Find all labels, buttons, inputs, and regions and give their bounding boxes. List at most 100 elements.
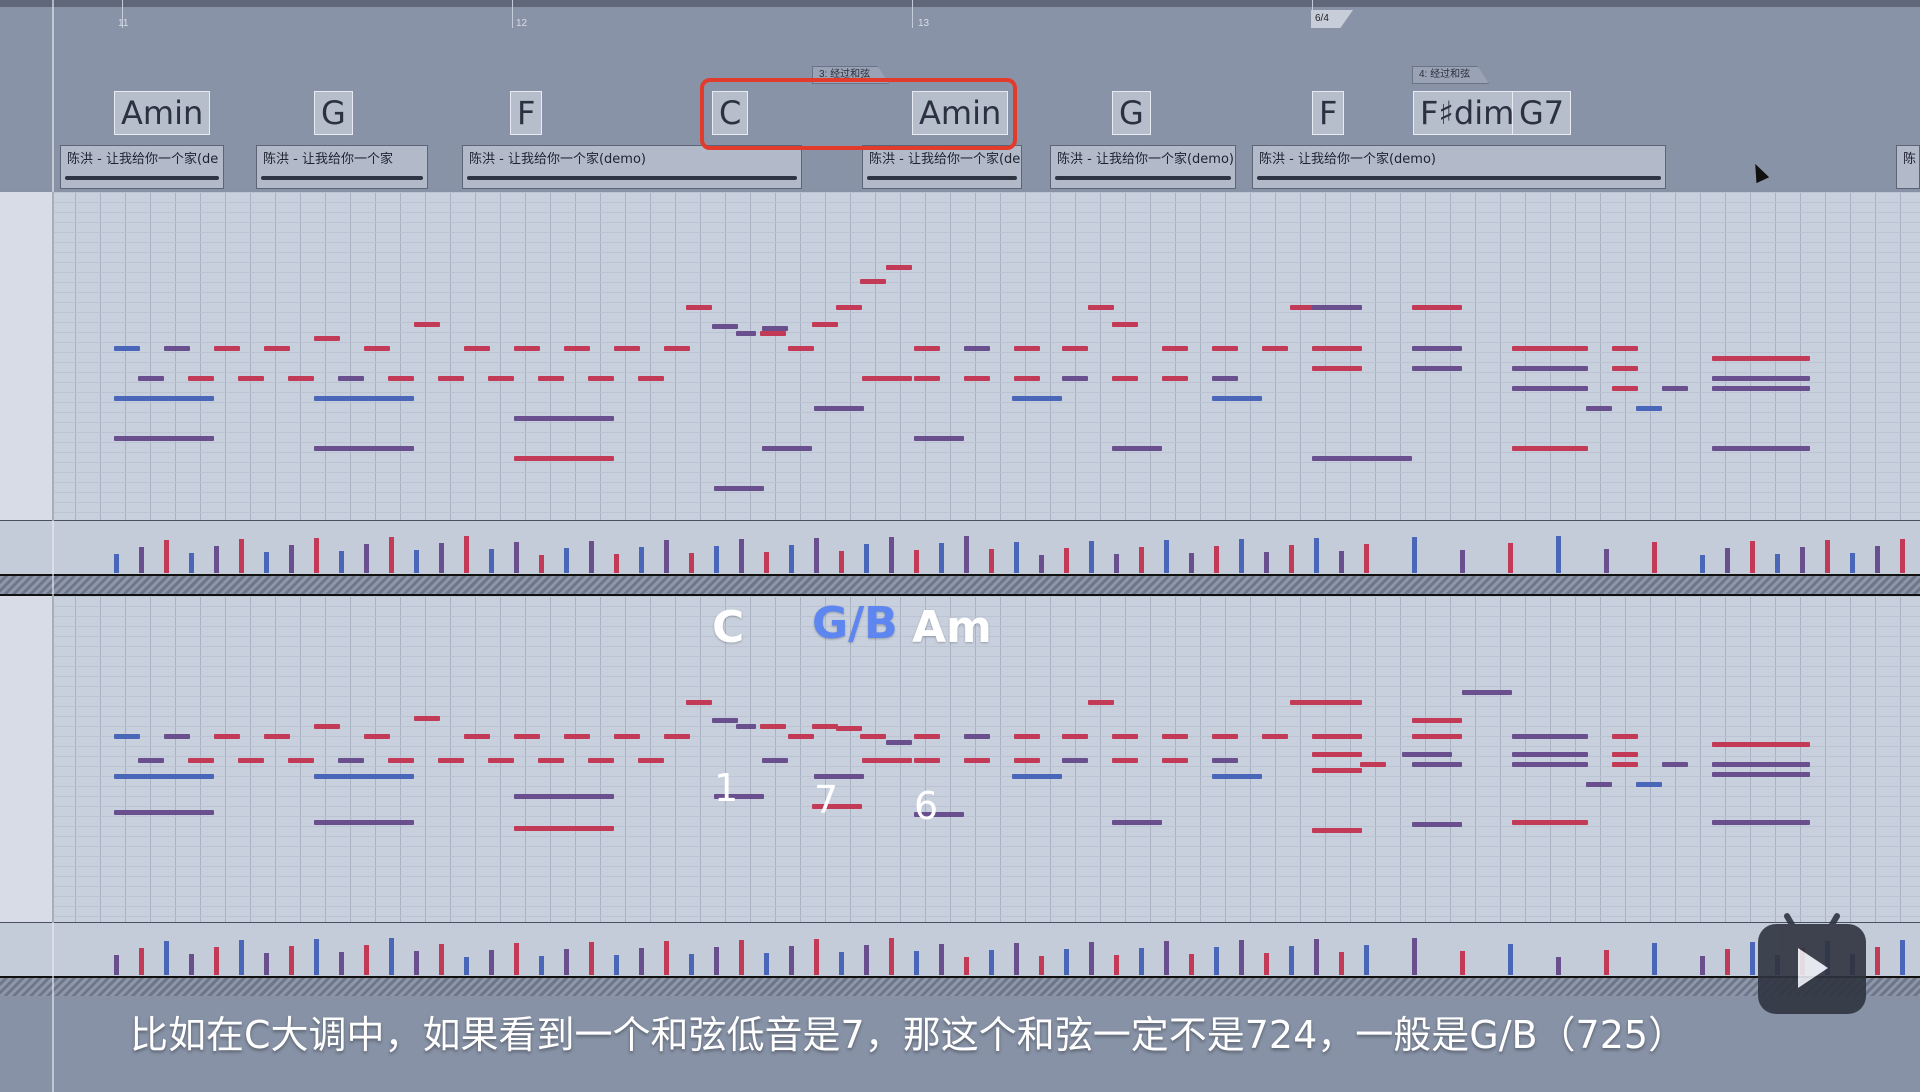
velocity-bar[interactable]: [1460, 951, 1465, 975]
velocity-bar[interactable]: [1289, 946, 1294, 975]
velocity-bar[interactable]: [1604, 950, 1609, 975]
velocity-bar[interactable]: [164, 941, 169, 975]
midi-note[interactable]: [214, 346, 240, 351]
audio-region[interactable]: 陈洪 - 让我给你一个家(de: [862, 145, 1022, 189]
midi-note[interactable]: [1212, 774, 1262, 779]
midi-note[interactable]: [488, 758, 514, 763]
velocity-bar[interactable]: [1700, 555, 1705, 573]
midi-note[interactable]: [638, 758, 664, 763]
midi-note[interactable]: [1586, 406, 1612, 411]
midi-note[interactable]: [414, 322, 440, 327]
midi-note[interactable]: [736, 724, 756, 729]
velocity-bar[interactable]: [689, 954, 694, 975]
midi-note[interactable]: [664, 346, 690, 351]
midi-note[interactable]: [712, 718, 738, 723]
velocity-bar[interactable]: [639, 547, 644, 573]
midi-note[interactable]: [564, 734, 590, 739]
audio-region[interactable]: 陈洪 - 让我给你一个家: [256, 145, 428, 189]
velocity-bar[interactable]: [1214, 947, 1219, 975]
midi-note[interactable]: [760, 724, 786, 729]
midi-note[interactable]: [1014, 758, 1040, 763]
midi-note[interactable]: [1586, 782, 1612, 787]
midi-note[interactable]: [762, 446, 812, 451]
midi-note[interactable]: [238, 758, 264, 763]
midi-note[interactable]: [514, 826, 614, 831]
midi-note[interactable]: [964, 734, 990, 739]
midi-note[interactable]: [812, 322, 838, 327]
velocity-bar[interactable]: [664, 941, 669, 975]
midi-note[interactable]: [464, 734, 490, 739]
velocity-bar[interactable]: [439, 944, 444, 975]
midi-note[interactable]: [1262, 734, 1288, 739]
velocity-bar[interactable]: [1875, 947, 1880, 975]
velocity-bar[interactable]: [614, 554, 619, 573]
velocity-lane-lower[interactable]: [0, 922, 1920, 977]
velocity-bar[interactable]: [464, 536, 469, 573]
midi-note[interactable]: [1088, 700, 1114, 705]
midi-note[interactable]: [264, 734, 290, 739]
midi-note[interactable]: [314, 446, 414, 451]
velocity-bar[interactable]: [239, 940, 244, 975]
midi-note[interactable]: [1112, 734, 1138, 739]
midi-note[interactable]: [138, 758, 164, 763]
velocity-bar[interactable]: [1314, 939, 1319, 975]
midi-note[interactable]: [1612, 386, 1638, 391]
midi-note[interactable]: [1112, 376, 1138, 381]
midi-note[interactable]: [188, 376, 214, 381]
midi-note[interactable]: [886, 740, 912, 745]
midi-note[interactable]: [1612, 762, 1638, 767]
velocity-bar[interactable]: [939, 543, 944, 573]
velocity-bar[interactable]: [1239, 940, 1244, 975]
divider-strip[interactable]: [0, 976, 1920, 998]
midi-note[interactable]: [1212, 346, 1238, 351]
midi-note[interactable]: [1112, 758, 1138, 763]
velocity-bar[interactable]: [1750, 541, 1755, 573]
midi-note[interactable]: [736, 331, 756, 336]
velocity-bar[interactable]: [989, 549, 994, 573]
midi-note[interactable]: [238, 376, 264, 381]
midi-note[interactable]: [1162, 734, 1188, 739]
midi-note[interactable]: [514, 794, 614, 799]
velocity-bar[interactable]: [789, 946, 794, 975]
midi-note[interactable]: [514, 734, 540, 739]
midi-note[interactable]: [760, 331, 786, 336]
midi-note[interactable]: [664, 734, 690, 739]
midi-note[interactable]: [1112, 820, 1162, 825]
midi-note[interactable]: [1636, 782, 1662, 787]
velocity-bar[interactable]: [789, 545, 794, 573]
midi-note[interactable]: [1712, 772, 1810, 777]
chord-block[interactable]: G7: [1512, 91, 1572, 135]
midi-note[interactable]: [1312, 456, 1412, 461]
velocity-bar[interactable]: [164, 540, 169, 573]
velocity-bar[interactable]: [1652, 943, 1657, 975]
midi-note[interactable]: [762, 326, 788, 331]
midi-note[interactable]: [686, 305, 712, 310]
velocity-bar[interactable]: [939, 944, 944, 975]
velocity-bar[interactable]: [1189, 553, 1194, 573]
midi-note[interactable]: [860, 279, 886, 284]
velocity-bar[interactable]: [1064, 548, 1069, 573]
audio-region[interactable]: 陈洪 - 让我给你一个家(demo): [1252, 145, 1666, 189]
velocity-bar[interactable]: [714, 947, 719, 975]
audio-region[interactable]: 陈洪 - 让我给你一个家(de: [60, 145, 224, 189]
midi-note[interactable]: [314, 724, 340, 729]
midi-note[interactable]: [264, 346, 290, 351]
audio-region[interactable]: 陈: [1896, 145, 1920, 189]
midi-note[interactable]: [914, 376, 940, 381]
velocity-bar[interactable]: [339, 551, 344, 573]
midi-note[interactable]: [314, 396, 414, 401]
midi-note[interactable]: [364, 346, 390, 351]
chord-block[interactable]: G: [314, 91, 353, 135]
midi-note[interactable]: [1612, 734, 1638, 739]
piano-keys[interactable]: [0, 192, 54, 520]
midi-note[interactable]: [114, 436, 214, 441]
velocity-bar[interactable]: [364, 945, 369, 975]
velocity-bar[interactable]: [314, 538, 319, 573]
midi-note[interactable]: [1462, 690, 1512, 695]
midi-note[interactable]: [1612, 366, 1638, 371]
velocity-bar[interactable]: [514, 943, 519, 975]
velocity-bar[interactable]: [864, 544, 869, 573]
midi-note[interactable]: [414, 716, 440, 721]
velocity-bar[interactable]: [714, 546, 719, 573]
midi-note[interactable]: [1162, 376, 1188, 381]
